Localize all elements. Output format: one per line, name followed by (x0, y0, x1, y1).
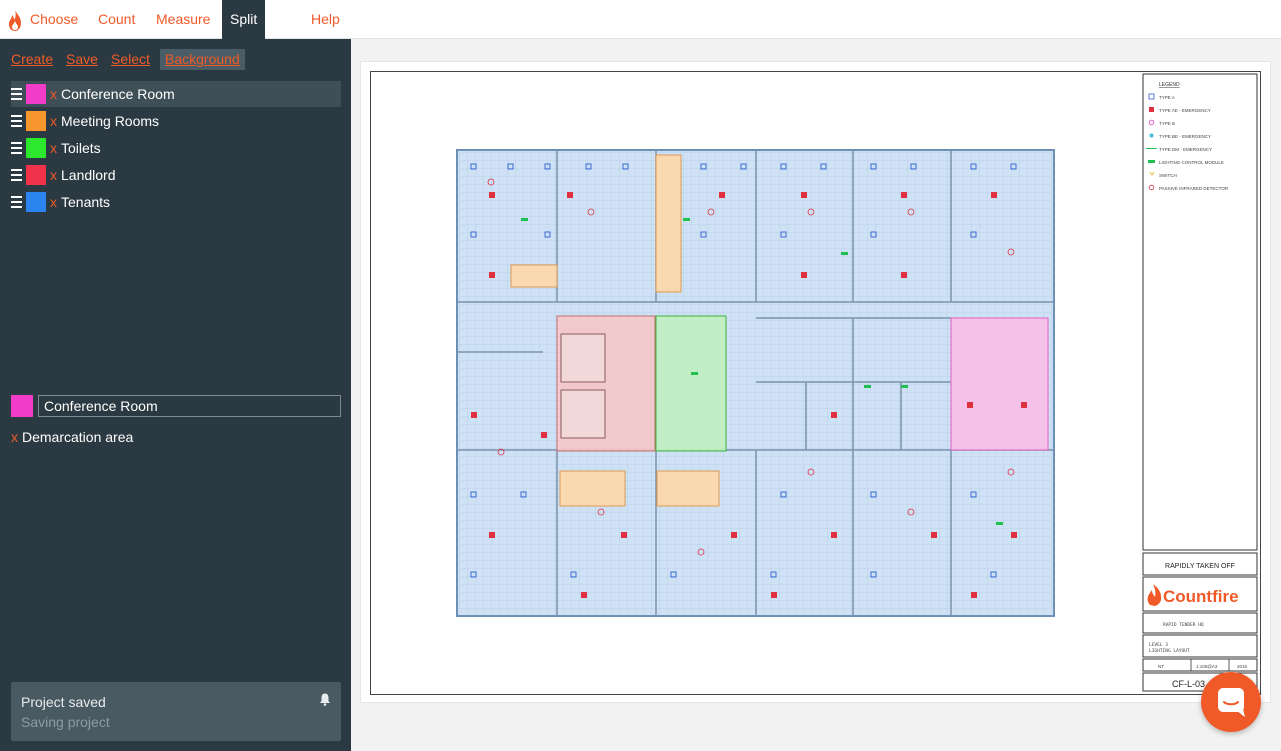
save-button[interactable]: Save (66, 49, 98, 70)
layer-item-meeting-rooms[interactable]: x Meeting Rooms (11, 108, 341, 134)
drawing-status: RAPIDLY TAKEN OFF (1165, 563, 1235, 570)
legend-item: TYPE AE - EMERGENCY (1159, 108, 1211, 113)
drag-handle-icon[interactable] (11, 88, 22, 100)
drawing-sheet: LEGEND TYPE A TYPE AE - EMERGENCY TYPE B… (370, 71, 1261, 695)
legend-item: LIGHTING CONTROL MODULE (1159, 160, 1224, 165)
layer-color-swatch[interactable] (26, 192, 46, 212)
sidebar: Create Save Select Background x Conferen… (0, 39, 351, 751)
legend-item: TYPE B (1159, 121, 1175, 126)
layer-name: Tenants (61, 194, 111, 210)
layer-color-swatch[interactable] (26, 84, 46, 104)
drawing-date: 2016 (1237, 664, 1248, 669)
notification-title: Project saved (21, 694, 106, 710)
legend-item: TYPE DM - EMERGENCY (1159, 147, 1212, 152)
flame-logo-icon (9, 9, 21, 31)
delete-layer-button[interactable]: x (50, 135, 57, 161)
drawing-canvas[interactable]: LEGEND TYPE A TYPE AE - EMERGENCY TYPE B… (360, 61, 1271, 703)
drag-handle-icon[interactable] (11, 196, 22, 208)
drawing-title-line1: LEVEL 3 (1149, 642, 1168, 648)
delete-demarcation-button[interactable]: x (11, 429, 18, 445)
layer-name: Conference Room (61, 86, 175, 102)
drag-handle-icon[interactable] (11, 142, 22, 154)
layer-color-swatch[interactable] (26, 111, 46, 131)
drawing-scale: 1:100@A3 (1196, 664, 1218, 669)
legend-item: SWITCH (1159, 173, 1177, 178)
chat-launcher-button[interactable] (1201, 672, 1261, 732)
create-button[interactable]: Create (11, 49, 53, 70)
layer-name: Meeting Rooms (61, 113, 160, 129)
demarcation-row: x Demarcation area (11, 427, 133, 447)
drawn-by: NT (1158, 664, 1164, 669)
edit-color-swatch[interactable] (11, 395, 33, 417)
drawing-title-line2: LIGHTING LAYOUT (1149, 648, 1190, 654)
select-button[interactable]: Select (111, 49, 150, 70)
delete-layer-button[interactable]: x (50, 162, 57, 188)
layer-item-toilets[interactable]: x Toilets (11, 135, 341, 161)
demarcation-label: Demarcation area (22, 429, 134, 445)
layer-color-swatch[interactable] (26, 165, 46, 185)
floor-plan (456, 149, 1055, 617)
bell-icon[interactable] (319, 693, 331, 706)
layer-item-conference-room[interactable]: x Conference Room (11, 81, 341, 107)
nav-help[interactable]: Help (311, 0, 340, 39)
delete-layer-button[interactable]: x (50, 108, 57, 134)
notification-panel: Project saved Saving project (11, 682, 341, 741)
notification-subtitle: Saving project (21, 714, 110, 730)
top-nav-bar: Choose Count Measure Split Help (0, 0, 1281, 39)
nav-split[interactable]: Split (222, 0, 266, 39)
layer-color-swatch[interactable] (26, 138, 46, 158)
background-button[interactable]: Background (160, 49, 245, 70)
floor-plan-drawing[interactable]: LEGEND TYPE A TYPE AE - EMERGENCY TYPE B… (371, 72, 1260, 694)
layer-item-tenants[interactable]: x Tenants (11, 189, 341, 215)
layer-item-landlord[interactable]: x Landlord (11, 162, 341, 188)
brand-name: Countfire (1163, 587, 1239, 606)
nav-choose[interactable]: Choose (30, 0, 78, 39)
project-name: RAPID TENDER HQ (1163, 622, 1204, 628)
legend-item: TYPE BE - EMERGENCY (1159, 134, 1211, 139)
drag-handle-icon[interactable] (11, 169, 22, 181)
legend-item: TYPE A (1159, 95, 1175, 100)
layer-name-input[interactable] (38, 395, 341, 417)
layer-name: Toilets (61, 140, 101, 156)
delete-layer-button[interactable]: x (50, 189, 57, 215)
nav-count[interactable]: Count (98, 0, 135, 39)
nav-measure[interactable]: Measure (156, 0, 210, 39)
layer-name: Landlord (61, 167, 116, 183)
delete-layer-button[interactable]: x (50, 81, 57, 107)
legend-title: LEGEND (1159, 82, 1180, 88)
drag-handle-icon[interactable] (11, 115, 22, 127)
legend-item: PASSIVE INFRARED DETECTOR (1159, 186, 1229, 191)
title-block: LEGEND TYPE A TYPE AE - EMERGENCY TYPE B… (1142, 73, 1258, 692)
chat-icon (1218, 688, 1245, 717)
